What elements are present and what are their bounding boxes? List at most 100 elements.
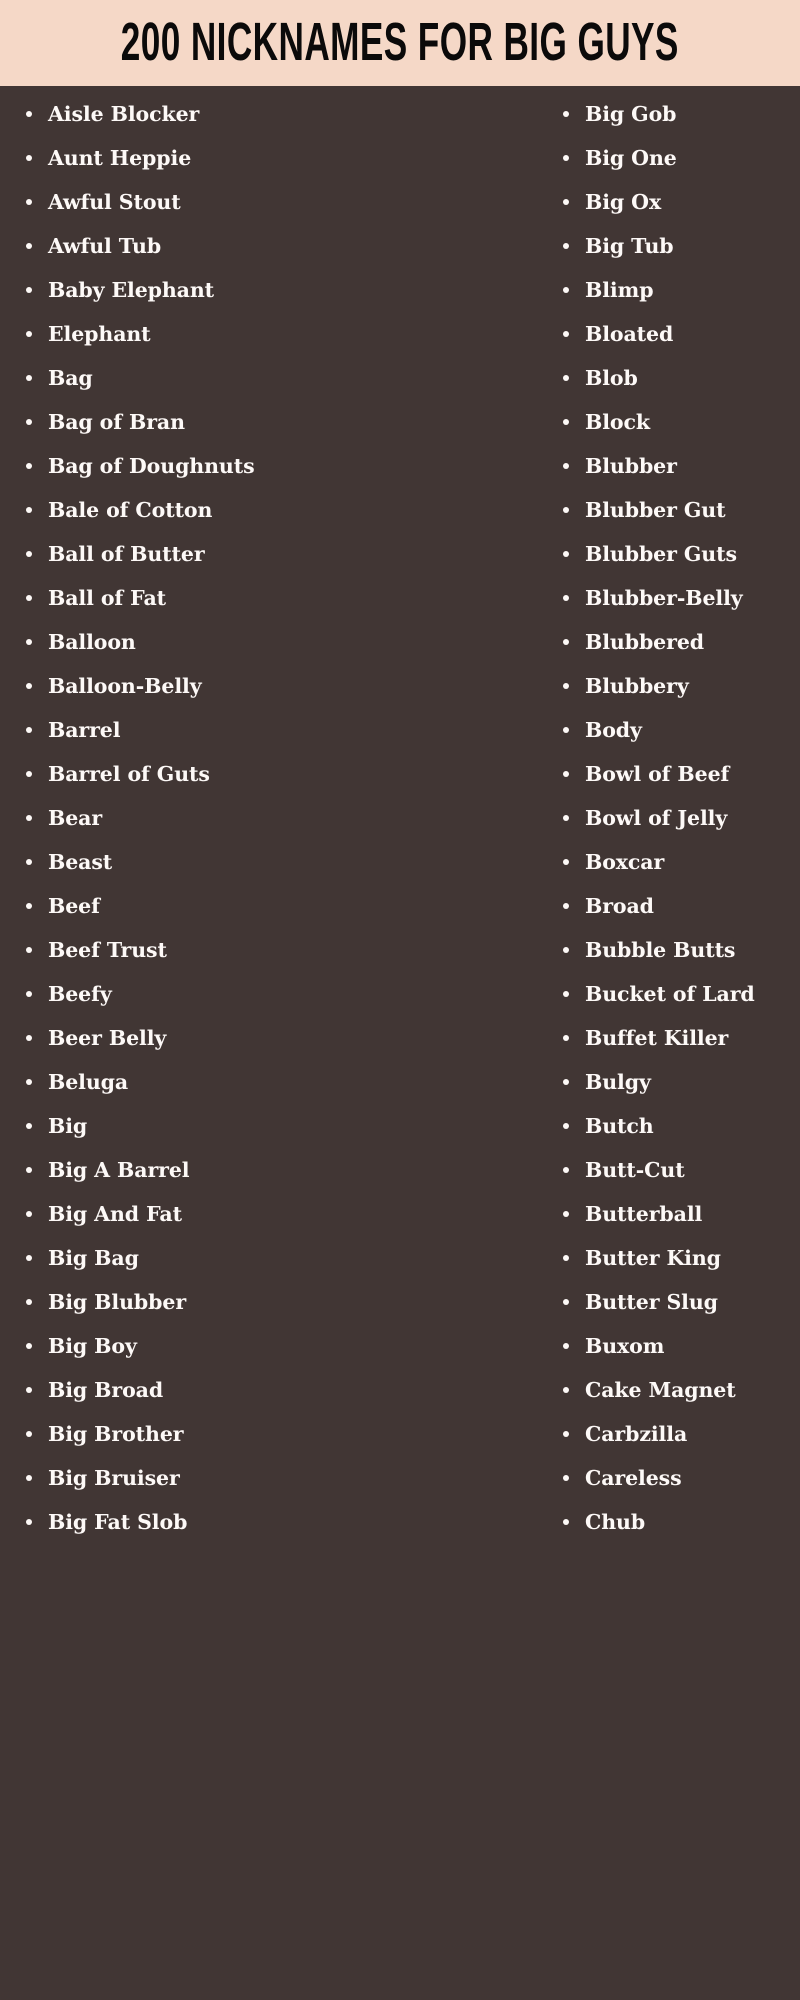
list-item: Butterball (563, 1192, 800, 1236)
list-item: Carbzilla (563, 1412, 800, 1456)
list-item: Butter King (563, 1236, 800, 1280)
list-item: Big Tub (563, 224, 800, 268)
bullet-icon (26, 639, 32, 645)
bullet-icon (563, 1431, 569, 1437)
nickname-label: Careless (585, 1466, 682, 1490)
list-item: Blubber Guts (563, 532, 800, 576)
nickname-label: Chub (585, 1510, 646, 1534)
bullet-icon (26, 595, 32, 601)
nickname-label: Balloon-Belly (48, 674, 202, 698)
bullet-icon (26, 1387, 32, 1393)
nickname-label: Blubber Gut (585, 498, 726, 522)
list-item: Bloated (563, 312, 800, 356)
bullet-icon (563, 727, 569, 733)
bullet-icon (563, 1035, 569, 1041)
nickname-label: Cake Magnet (585, 1378, 736, 1402)
list-item: Bowl of Jelly (563, 796, 800, 840)
list-item: Blubbery (563, 664, 800, 708)
list-item: Big Ox (563, 180, 800, 224)
list-item: Butter Slug (563, 1280, 800, 1324)
list-item: Big Boy (26, 1324, 440, 1368)
nickname-label: Elephant (48, 322, 151, 346)
list-item: Bag of Doughnuts (26, 444, 440, 488)
nickname-label: Bowl of Jelly (585, 806, 728, 830)
bullet-icon (26, 287, 32, 293)
bullet-icon (563, 1519, 569, 1525)
bullet-icon (563, 375, 569, 381)
list-item: Buxom (563, 1324, 800, 1368)
list-item: Big Brother (26, 1412, 440, 1456)
nickname-label: Balloon (48, 630, 136, 654)
bullet-icon (563, 507, 569, 513)
list-item: Bale of Cotton (26, 488, 440, 532)
nickname-label: Beef (48, 894, 100, 918)
bullet-icon (563, 1387, 569, 1393)
nickname-label: Butter King (585, 1246, 721, 1270)
bullet-icon (563, 859, 569, 865)
nickname-label: Big Ox (585, 190, 662, 214)
bullet-icon (563, 1123, 569, 1129)
list-item: Beer Belly (26, 1016, 440, 1060)
nickname-label: Big Gob (585, 102, 677, 126)
bullet-icon (563, 1167, 569, 1173)
bullet-icon (26, 331, 32, 337)
list-item: Cake Magnet (563, 1368, 800, 1412)
bullet-icon (26, 859, 32, 865)
list-item: Butt-Cut (563, 1148, 800, 1192)
nickname-label: Butterball (585, 1202, 703, 1226)
nickname-label: Blubber (585, 454, 677, 478)
bullet-icon (26, 1255, 32, 1261)
nickname-label: Blubbery (585, 674, 689, 698)
list-item: Chub (563, 1500, 800, 1544)
list-item: Blubber-Belly (563, 576, 800, 620)
list-item: Awful Tub (26, 224, 440, 268)
left-nickname-list: Aisle Blocker Aunt Heppie Awful Stout Awful… (26, 92, 440, 1544)
bullet-icon (563, 771, 569, 777)
list-item: Blubber Gut (563, 488, 800, 532)
bullet-icon (563, 199, 569, 205)
nickname-label: Bag of Bran (48, 410, 185, 434)
nickname-label: Big Bruiser (48, 1466, 180, 1490)
right-nickname-list: Big Gob Big One Big Ox Big Tub Blimp Bloated B… (563, 92, 800, 1544)
list-item: Big (26, 1104, 440, 1148)
list-item: Butch (563, 1104, 800, 1148)
bullet-icon (26, 155, 32, 161)
nickname-label: Big Blubber (48, 1290, 187, 1314)
nickname-label: Bale of Cotton (48, 498, 213, 522)
right-column: Big Gob Big One Big Ox Big Tub Blimp Bloated B… (440, 92, 800, 1544)
nickname-label: Broad (585, 894, 654, 918)
nickname-label: Big A Barrel (48, 1158, 190, 1182)
list-item: Balloon (26, 620, 440, 664)
list-item: Big Blubber (26, 1280, 440, 1324)
bullet-icon (26, 1167, 32, 1173)
bullet-icon (26, 1079, 32, 1085)
nickname-label: Bubble Butts (585, 938, 736, 962)
bullet-icon (26, 199, 32, 205)
nickname-label: Big Boy (48, 1334, 137, 1358)
nickname-label: Butter Slug (585, 1290, 718, 1314)
bullet-icon (26, 947, 32, 953)
list-item: Boxcar (563, 840, 800, 884)
nickname-label: Ball of Butter (48, 542, 205, 566)
nickname-label: Bear (48, 806, 103, 830)
list-item: Bear (26, 796, 440, 840)
nickname-label: Bulgy (585, 1070, 651, 1094)
nickname-label: Blubber Guts (585, 542, 737, 566)
nickname-label: Boxcar (585, 850, 665, 874)
list-item: Big Broad (26, 1368, 440, 1412)
list-item: Beefy (26, 972, 440, 1016)
nickname-label: Big Tub (585, 234, 674, 258)
nickname-label: Awful Tub (48, 234, 162, 258)
left-column: Aisle Blocker Aunt Heppie Awful Stout Awful… (0, 92, 440, 1544)
nickname-label: Aisle Blocker (48, 102, 200, 126)
bullet-icon (26, 815, 32, 821)
list-item: Big Bruiser (26, 1456, 440, 1500)
list-item: Big And Fat (26, 1192, 440, 1236)
nickname-label: Beer Belly (48, 1026, 167, 1050)
nickname-label: Big Bag (48, 1246, 139, 1270)
bullet-icon (563, 595, 569, 601)
nickname-label: Butt-Cut (585, 1158, 685, 1182)
nickname-label: Big Brother (48, 1422, 184, 1446)
nickname-label: Bowl of Beef (585, 762, 730, 786)
nickname-label: Big And Fat (48, 1202, 182, 1226)
